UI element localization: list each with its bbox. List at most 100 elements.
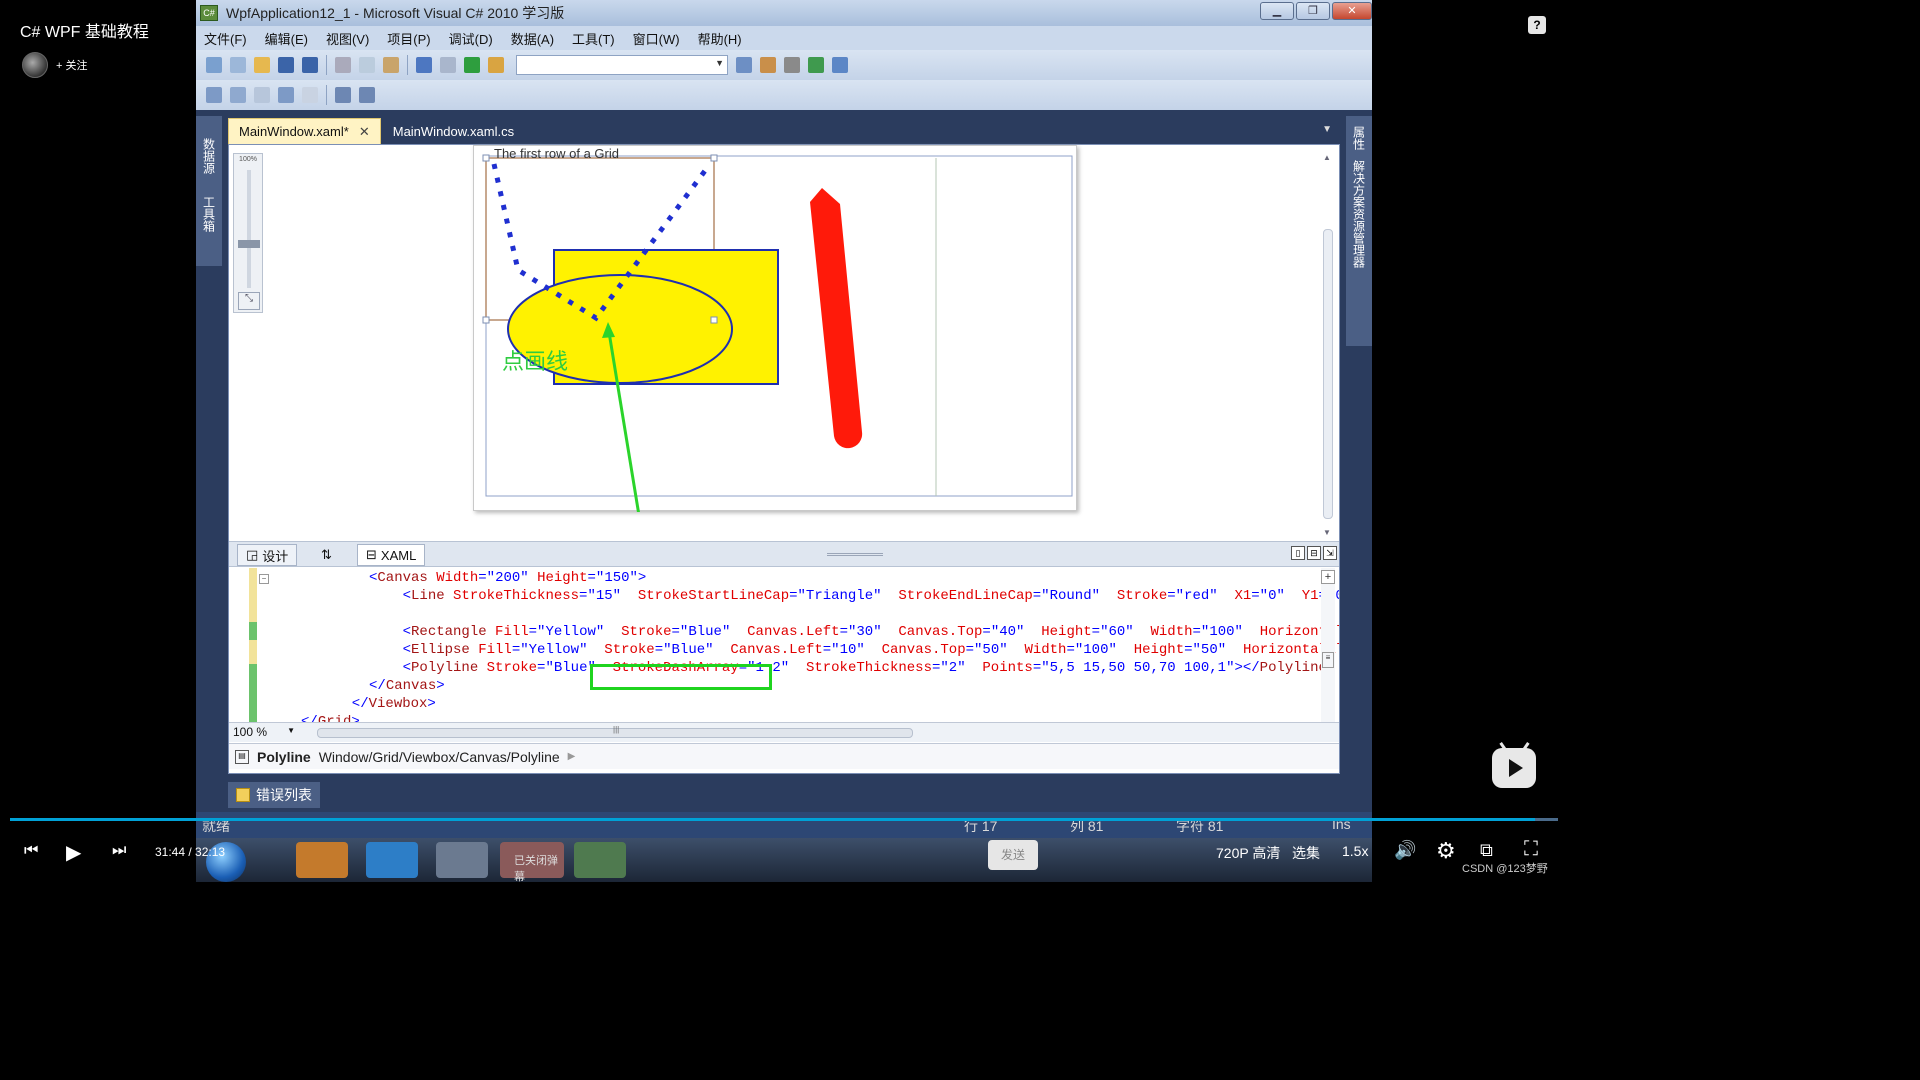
horizontal-split-icon[interactable]: ⊟ bbox=[1307, 546, 1321, 560]
align-icon[interactable] bbox=[206, 87, 222, 103]
fit-to-window-icon[interactable]: ⤡ bbox=[238, 292, 260, 310]
send-button[interactable]: 发送 bbox=[988, 840, 1038, 870]
start-page-icon[interactable] bbox=[808, 57, 824, 73]
indent-icon[interactable] bbox=[335, 87, 351, 103]
zoom-slider[interactable]: 100% ⤡ bbox=[233, 153, 263, 313]
solution-explorer-tab[interactable]: 解决方案资源管理器 bbox=[1351, 160, 1368, 268]
format-icon[interactable] bbox=[230, 87, 246, 103]
vertical-split-icon[interactable]: ▯ bbox=[1291, 546, 1305, 560]
menu-help[interactable]: 帮助(H) bbox=[698, 29, 742, 48]
list-icon[interactable] bbox=[302, 87, 318, 103]
help-icon[interactable]: ? bbox=[1528, 16, 1546, 34]
toolbox-icon[interactable] bbox=[784, 57, 800, 73]
picture-in-picture-icon[interactable]: ⧉ bbox=[1480, 840, 1493, 861]
save-all-icon[interactable] bbox=[302, 57, 318, 73]
extension-manager-icon[interactable] bbox=[832, 57, 848, 73]
scroll-up-icon[interactable]: ▲ bbox=[1323, 153, 1331, 162]
split-editor-icon[interactable]: + bbox=[1321, 570, 1335, 584]
tab-mainwindow-xaml[interactable]: MainWindow.xaml* ✕ bbox=[228, 118, 381, 144]
solution-explorer-icon[interactable] bbox=[736, 57, 752, 73]
collapse-pane-icon[interactable]: ⇲ bbox=[1323, 546, 1337, 560]
xaml-code-pane[interactable]: − <Canvas Width="200" Height="150"> <Lin… bbox=[229, 568, 1339, 722]
selected-element[interactable]: Polyline bbox=[257, 749, 311, 765]
toolbox-tab[interactable]: 工具箱 bbox=[201, 196, 218, 232]
episodes-button[interactable]: 选集 bbox=[1292, 843, 1320, 863]
ie-icon[interactable] bbox=[366, 842, 418, 878]
tab-design[interactable]: ◲ 设计 bbox=[237, 544, 298, 566]
vs-taskbar-icon[interactable] bbox=[574, 842, 626, 878]
zoom-thumb[interactable] bbox=[238, 240, 260, 248]
scroll-grip-icon: ||| bbox=[613, 725, 620, 734]
restore-button[interactable]: ❐ bbox=[1296, 2, 1330, 20]
redo-icon[interactable] bbox=[440, 57, 456, 73]
quality-button[interactable]: 720P 高清 bbox=[1216, 843, 1280, 863]
menu-tools[interactable]: 工具(T) bbox=[572, 29, 615, 48]
next-icon[interactable]: ⏭ bbox=[112, 842, 126, 860]
menu-debug[interactable]: 调试(D) bbox=[449, 29, 493, 48]
speed-button[interactable]: 1.5x bbox=[1342, 843, 1368, 859]
properties-tab[interactable]: 属性 bbox=[1351, 126, 1368, 150]
open-icon[interactable] bbox=[254, 57, 270, 73]
font-icon[interactable] bbox=[278, 87, 294, 103]
scroll-thumb[interactable] bbox=[1323, 229, 1333, 519]
vs-window: C# WpfApplication12_1 - Microsoft Visual… bbox=[196, 0, 1372, 838]
annotation-highlight-box bbox=[590, 664, 772, 690]
find-combo[interactable]: ▼ bbox=[516, 55, 728, 75]
tab-mainwindow-xaml-cs[interactable]: MainWindow.xaml.cs bbox=[383, 118, 524, 144]
close-tab-icon[interactable]: ✕ bbox=[359, 124, 370, 140]
tabs-dropdown-icon[interactable]: ▼ bbox=[1322, 124, 1332, 135]
menu-edit[interactable]: 编辑(E) bbox=[265, 29, 308, 48]
avatar[interactable] bbox=[22, 52, 48, 78]
code-token: Y1 bbox=[1284, 588, 1319, 604]
follow-button[interactable]: + 关注 bbox=[56, 57, 87, 73]
paste-icon[interactable] bbox=[383, 57, 399, 73]
menu-file[interactable]: 文件(F) bbox=[204, 29, 247, 48]
window-artboard[interactable]: The first row of a Grid 点画线 bbox=[473, 145, 1077, 512]
cut-icon[interactable] bbox=[335, 57, 351, 73]
menu-data[interactable]: 数据(A) bbox=[511, 29, 554, 48]
menu-project[interactable]: 项目(P) bbox=[387, 29, 430, 48]
error-list-tab[interactable]: 错误列表 bbox=[228, 782, 320, 808]
find-in-files-icon[interactable] bbox=[488, 57, 504, 73]
media-player-icon[interactable] bbox=[296, 842, 348, 878]
outdent-icon[interactable] bbox=[359, 87, 375, 103]
undo-icon[interactable] bbox=[416, 57, 432, 73]
progress-bar[interactable] bbox=[10, 818, 1558, 821]
properties-icon[interactable] bbox=[760, 57, 776, 73]
splitter-grip[interactable] bbox=[827, 553, 883, 556]
time-display: 31:44 / 32:13 bbox=[155, 845, 226, 859]
menu-view[interactable]: 视图(V) bbox=[326, 29, 369, 48]
volume-icon[interactable]: 🔊 bbox=[1394, 840, 1416, 861]
add-item-icon[interactable] bbox=[230, 57, 246, 73]
play-icon[interactable]: ▶ bbox=[66, 840, 81, 865]
code-horizontal-scrollbar[interactable]: ||| bbox=[303, 725, 1333, 738]
chevron-right-icon[interactable]: ▶ bbox=[568, 751, 576, 762]
scroll-thumb[interactable]: ≡ bbox=[1322, 652, 1334, 668]
tv-play-icon[interactable] bbox=[1492, 748, 1536, 788]
menu-window[interactable]: 窗口(W) bbox=[633, 29, 680, 48]
app-icon[interactable] bbox=[436, 842, 488, 878]
scroll-down-icon[interactable]: ▼ bbox=[1323, 528, 1331, 537]
data-sources-tab[interactable]: 数据源 bbox=[201, 138, 218, 174]
collapse-icon[interactable]: − bbox=[259, 574, 269, 584]
swap-panes-button[interactable]: ⇅ bbox=[313, 544, 340, 566]
code-token: 30 bbox=[856, 624, 874, 640]
document-outline-icon[interactable]: ▤ bbox=[235, 749, 249, 764]
save-icon[interactable] bbox=[278, 57, 294, 73]
copy-icon[interactable] bbox=[359, 57, 375, 73]
uploader[interactable]: + 关注 bbox=[22, 52, 87, 78]
start-debug-icon[interactable] bbox=[464, 57, 480, 73]
element-path[interactable]: Window/Grid/Viewbox/Canvas/Polyline bbox=[319, 749, 560, 765]
minimize-button[interactable]: ▁ bbox=[1260, 2, 1294, 20]
settings-gear-icon[interactable]: ⚙ bbox=[1436, 838, 1456, 864]
pointer-icon[interactable] bbox=[254, 87, 270, 103]
fullscreen-icon[interactable]: ⛶ bbox=[1524, 838, 1538, 861]
close-button[interactable]: ✕ bbox=[1332, 2, 1372, 20]
previous-icon[interactable]: ⏮ bbox=[24, 842, 38, 860]
app-icon[interactable]: 已关闭弹幕 bbox=[500, 842, 564, 883]
code-vertical-scrollbar[interactable]: + ≡ bbox=[1321, 568, 1335, 722]
new-project-icon[interactable] bbox=[206, 57, 222, 73]
design-vertical-scrollbar[interactable]: ▲ ▼ bbox=[1321, 149, 1335, 537]
code-zoom-select[interactable]: 100 % ▼ bbox=[231, 725, 297, 741]
tab-xaml[interactable]: ⊟ XAML bbox=[357, 544, 426, 566]
